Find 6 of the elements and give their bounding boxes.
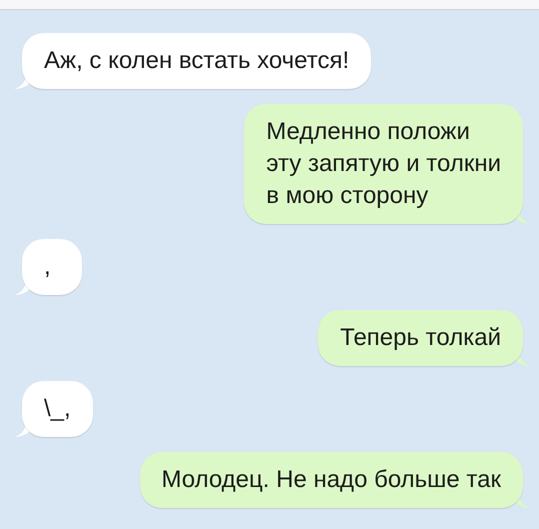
message-bubble: Молодец. Не надо больше так [140,452,523,508]
message-bubble: Медленно положи эту запятую и толкни в мою сторону [244,104,523,224]
message-bubble: Теперь толкай [318,310,523,366]
message-bubble: , [22,239,82,295]
message-bubble: \_, [22,381,93,437]
message-bubble: Аж, с колен встать хочется! [22,33,372,89]
